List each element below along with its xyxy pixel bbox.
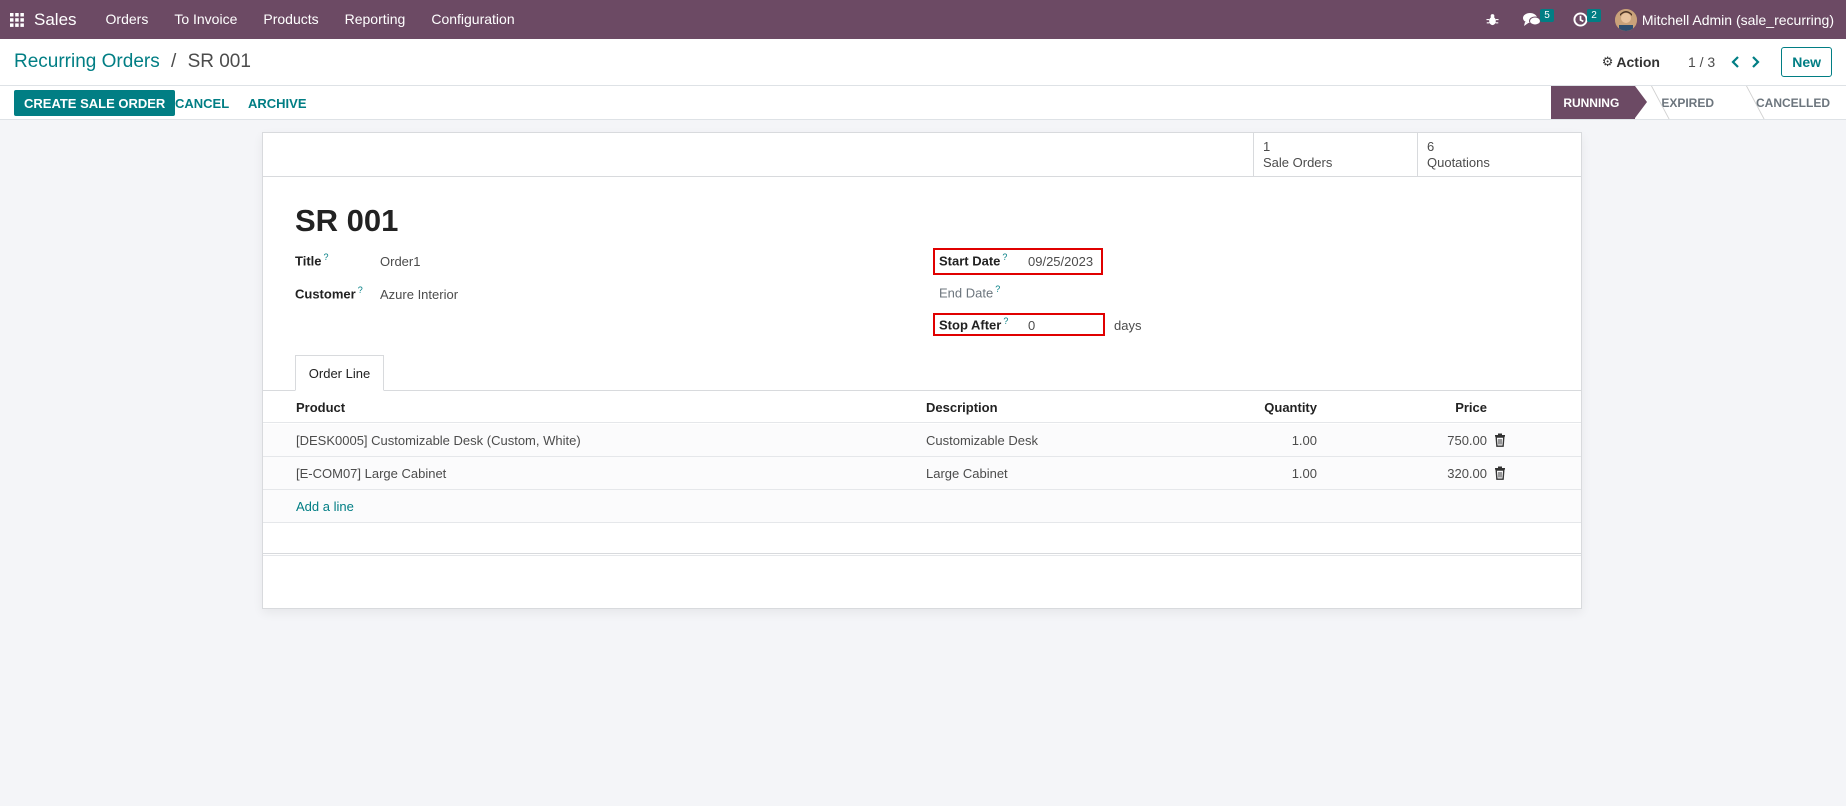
create-sale-order-button[interactable]: CREATE SALE ORDER	[14, 90, 176, 116]
activities-clock-icon[interactable]: 2	[1564, 0, 1601, 39]
column-product[interactable]: Product	[296, 391, 345, 423]
action-label: Action	[1616, 54, 1660, 70]
order-lines-header: Product Description Quantity Price	[263, 391, 1581, 423]
stage-running[interactable]: RUNNING	[1551, 86, 1648, 119]
new-record-button[interactable]: New	[1781, 47, 1832, 77]
row-quantity[interactable]: 1.00	[1163, 457, 1317, 489]
sale-orders-count: 1	[1263, 139, 1271, 154]
user-name: Mitchell Admin (sale_recurring)	[1641, 11, 1834, 28]
avatar	[1614, 8, 1637, 31]
menu-orders[interactable]: Orders	[93, 0, 162, 39]
row-price[interactable]: 320.00	[1343, 457, 1487, 489]
trash-icon[interactable]	[1494, 433, 1506, 447]
menu-to-invoice[interactable]: To Invoice	[161, 0, 250, 39]
sheet-divider	[263, 553, 1581, 554]
tab-order-line[interactable]: Order Line	[295, 355, 384, 391]
archive-button[interactable]: ARCHIVE	[238, 90, 317, 116]
apps-menu-icon[interactable]	[0, 0, 34, 39]
sale-orders-smart-button[interactable]: 1 Sale Orders	[1253, 133, 1417, 176]
menu-reporting[interactable]: Reporting	[332, 0, 419, 39]
customer-label-text: Customer	[295, 286, 356, 302]
column-price[interactable]: Price	[1343, 391, 1487, 423]
start-date-help-icon[interactable]: ?	[1002, 252, 1007, 262]
stage-selector: RUNNING EXPIRED CANCELLED	[1551, 86, 1846, 119]
top-navbar: Sales Orders To Invoice Products Reporti…	[0, 0, 1846, 39]
trash-icon[interactable]	[1494, 466, 1506, 480]
title-label: Title?	[295, 252, 329, 268]
column-quantity[interactable]: Quantity	[1163, 391, 1317, 423]
start-date-label-text: Start Date	[939, 253, 1001, 269]
end-date-field[interactable]	[1028, 286, 1178, 302]
row-description[interactable]: Customizable Desk	[926, 424, 1038, 456]
table-row[interactable]: [E-COM07] Large Cabinet Large Cabinet 1.…	[263, 457, 1581, 490]
messages-badge: 5	[1540, 9, 1554, 22]
column-description[interactable]: Description	[926, 391, 998, 423]
control-panel: Recurring Orders / SR 001 ⚙ Action 1 / 3…	[0, 39, 1846, 85]
action-menu-button[interactable]: ⚙ Action	[1602, 54, 1660, 70]
stop-after-label-text: Stop After	[939, 317, 1002, 333]
gear-icon: ⚙	[1601, 54, 1614, 69]
breadcrumb-separator: /	[171, 51, 177, 72]
stage-cancelled[interactable]: CANCELLED	[1730, 86, 1846, 119]
end-date-label-text: End Date	[939, 285, 994, 301]
quotations-smart-button[interactable]: 6 Quotations	[1417, 133, 1581, 176]
customer-help-icon[interactable]: ?	[358, 285, 363, 295]
form-sheet: 1 Sale Orders 6 Quotations SR 001 Title?…	[262, 132, 1582, 609]
stop-after-help-icon[interactable]: ?	[1003, 316, 1008, 326]
table-row[interactable]: [DESK0005] Customizable Desk (Custom, Wh…	[263, 424, 1581, 457]
breadcrumb-parent-link[interactable]: Recurring Orders	[14, 51, 160, 72]
breadcrumb-current: SR 001	[187, 51, 251, 72]
menu-configuration[interactable]: Configuration	[418, 0, 527, 39]
stop-after-unit: days	[1114, 318, 1142, 333]
menu-products[interactable]: Products	[250, 0, 331, 39]
start-date-label: Start Date?	[939, 252, 1007, 268]
row-product[interactable]: [E-COM07] Large Cabinet	[296, 457, 446, 489]
title-help-icon[interactable]: ?	[324, 252, 329, 262]
end-date-label: End Date?	[939, 284, 1000, 300]
stop-after-label: Stop After?	[939, 316, 1008, 332]
sale-orders-label: Sale Orders	[1263, 155, 1333, 170]
title-label-text: Title	[295, 253, 322, 269]
pager-value[interactable]: 1 / 3	[1688, 54, 1715, 70]
status-bar: CREATE SALE ORDER CANCEL ARCHIVE RUNNING…	[0, 85, 1846, 120]
customer-label: Customer?	[295, 285, 363, 301]
title-field[interactable]: Order1	[380, 254, 420, 269]
add-line-row: Add a line	[263, 490, 1581, 523]
record-title: SR 001	[295, 203, 399, 238]
activities-badge: 2	[1587, 9, 1601, 22]
row-description[interactable]: Large Cabinet	[926, 457, 1008, 489]
row-price[interactable]: 750.00	[1343, 424, 1487, 456]
user-menu[interactable]: Mitchell Admin (sale_recurring)	[1614, 8, 1846, 31]
row-quantity[interactable]: 1.00	[1163, 424, 1317, 456]
quotations-count: 6	[1427, 139, 1435, 154]
end-date-help-icon[interactable]: ?	[995, 284, 1000, 294]
debug-bug-icon[interactable]	[1477, 0, 1508, 39]
row-product[interactable]: [DESK0005] Customizable Desk (Custom, Wh…	[296, 424, 581, 456]
empty-row	[263, 523, 1581, 556]
pager-previous-icon[interactable]	[1725, 50, 1745, 74]
start-date-field[interactable]: 09/25/2023	[1028, 254, 1093, 269]
quotations-label: Quotations	[1427, 155, 1490, 170]
customer-field[interactable]: Azure Interior	[380, 287, 458, 302]
pager-next-icon[interactable]	[1745, 50, 1765, 74]
breadcrumb: Recurring Orders / SR 001	[14, 51, 251, 73]
app-name[interactable]: Sales	[34, 10, 77, 30]
stop-after-field[interactable]: 0	[1028, 318, 1035, 333]
messages-icon[interactable]: 5	[1514, 0, 1554, 39]
stage-expired[interactable]: EXPIRED	[1635, 86, 1730, 119]
smart-buttons-bar: 1 Sale Orders 6 Quotations	[263, 133, 1581, 177]
add-a-line-link[interactable]: Add a line	[296, 490, 354, 522]
cancel-button[interactable]: CANCEL	[165, 90, 239, 116]
